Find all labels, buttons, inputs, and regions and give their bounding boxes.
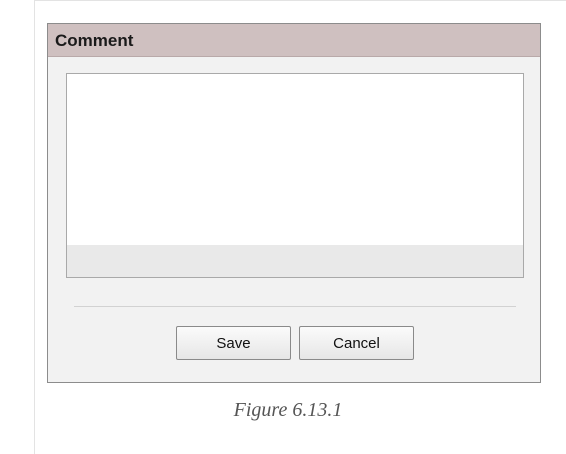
page-frame-top-border xyxy=(34,0,566,1)
cancel-button[interactable]: Cancel xyxy=(299,326,414,360)
dialog-header: Comment xyxy=(48,24,540,57)
page-frame-left-border xyxy=(34,0,35,454)
save-button[interactable]: Save xyxy=(176,326,291,360)
comment-box xyxy=(66,73,524,278)
dialog-title: Comment xyxy=(55,31,134,50)
button-separator xyxy=(74,306,516,307)
figure-caption: Figure 6.13.1 xyxy=(233,399,343,421)
comment-dialog: Comment Save Cancel xyxy=(47,23,541,383)
comment-textarea[interactable] xyxy=(67,74,523,245)
